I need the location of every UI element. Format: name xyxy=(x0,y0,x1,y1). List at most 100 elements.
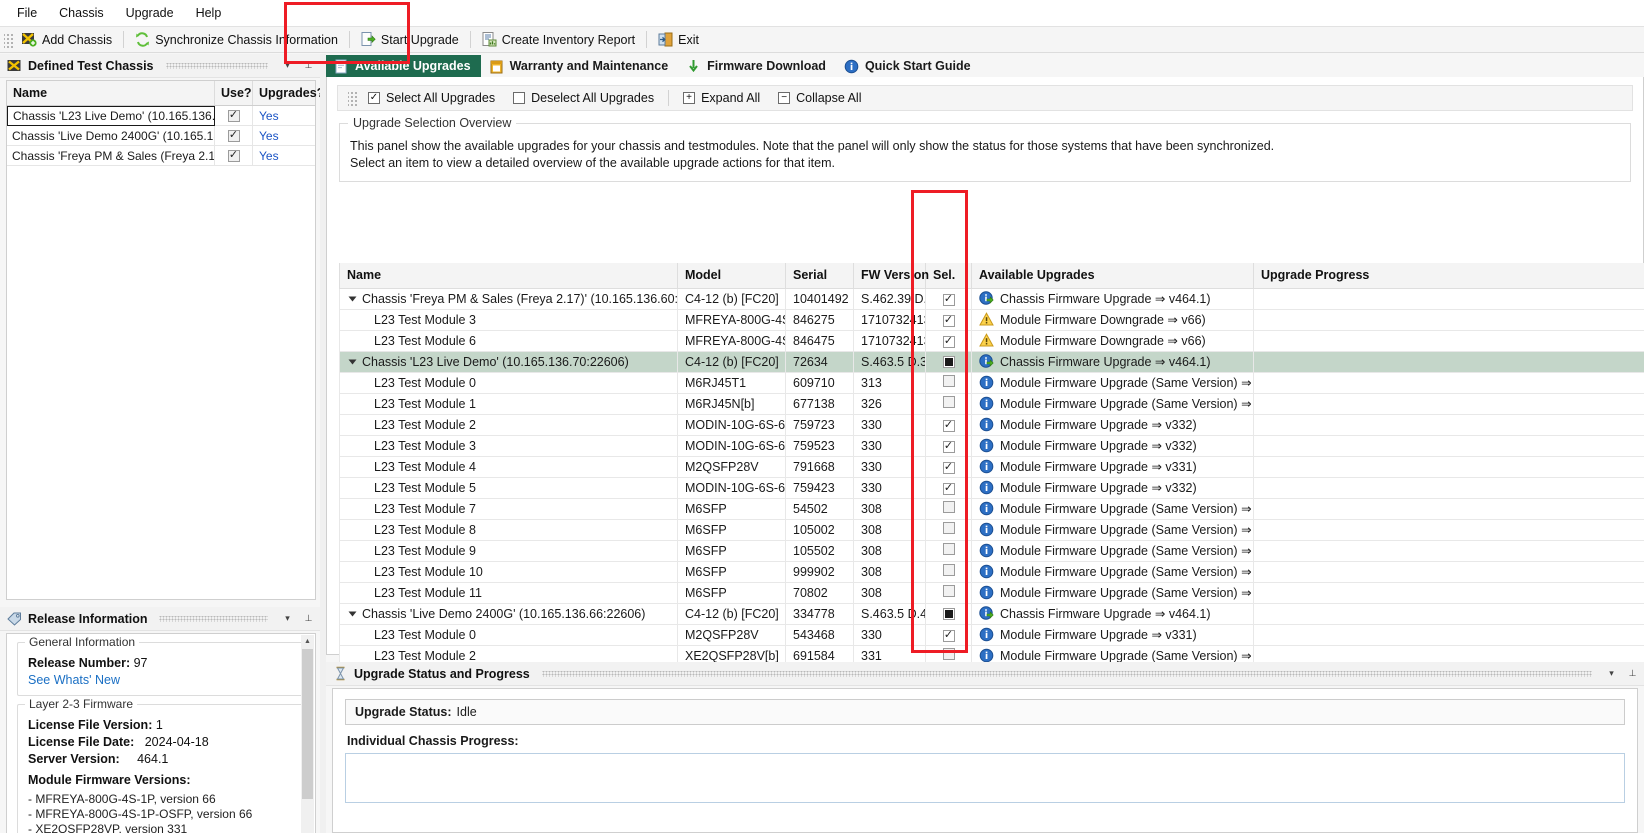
cell-sel[interactable] xyxy=(925,371,972,394)
cell-sel[interactable] xyxy=(925,623,972,646)
table-row[interactable]: L23 Test Module 0 M6RJ45T1 609710 313 Module… xyxy=(339,371,1644,394)
row-select-checkbox[interactable] xyxy=(942,375,955,387)
row-select-checkbox[interactable] xyxy=(942,585,955,597)
menu-item-help[interactable]: Help xyxy=(185,2,233,24)
row-select-checkbox[interactable] xyxy=(942,629,955,642)
table-row[interactable]: L23 Test Module 3 MFREYA-800G-4S-1P846275… xyxy=(339,308,1644,331)
cell-sel[interactable] xyxy=(925,539,972,562)
column-header-sel[interactable]: Sel. xyxy=(925,263,972,289)
row-select-checkbox[interactable] xyxy=(942,335,955,348)
column-header-model[interactable]: Model xyxy=(677,263,786,289)
cell-sel[interactable] xyxy=(925,287,972,310)
selection-toolbar-drag-handle[interactable] xyxy=(348,90,357,106)
exit-button[interactable]: Exit xyxy=(651,29,706,51)
row-select-checkbox[interactable] xyxy=(942,440,955,453)
tab-quick-start-guide[interactable]: Quick Start Guide xyxy=(836,55,981,77)
table-row[interactable]: L23 Test Module 5 MODIN-10G-6S-6P 759423 33… xyxy=(339,476,1644,499)
table-row[interactable]: Chassis 'Freya PM & Sales (Freya 2.17)' … xyxy=(339,287,1644,310)
status-pin-icon[interactable]: ⊥ xyxy=(1625,666,1640,681)
cell-sel[interactable] xyxy=(925,350,972,373)
table-row[interactable]: Chassis 'Live Demo 2400G' (10.165.136.66… xyxy=(339,602,1644,625)
row-select-checkbox[interactable] xyxy=(942,482,955,495)
column-header-upgrades[interactable]: Upgrades? xyxy=(253,81,324,105)
status-menu-chevron-down-icon[interactable]: ▾ xyxy=(1604,666,1619,681)
start-upgrade-button[interactable]: Start Upgrade xyxy=(354,29,466,51)
column-header-serial[interactable]: Serial xyxy=(785,263,854,289)
menu-item-chassis[interactable]: Chassis xyxy=(48,2,114,24)
row-select-checkbox[interactable] xyxy=(942,607,955,620)
table-row[interactable]: L23 Test Module 7 M6SFP 54502 308 Module Fir… xyxy=(339,497,1644,520)
cell-sel[interactable] xyxy=(925,434,972,457)
cell-sel[interactable] xyxy=(925,497,972,520)
table-row[interactable]: L23 Test Module 11 M6SFP 70802 308 Module Fi… xyxy=(339,581,1644,604)
create-inventory-report-button[interactable]: Create Inventory Report xyxy=(475,29,642,51)
release-pin-icon[interactable]: ⊥ xyxy=(301,611,316,626)
tab-warranty-and-maintenance[interactable]: Warranty and Maintenance xyxy=(481,55,679,77)
whats-new-link[interactable]: See Whats' New xyxy=(28,673,296,687)
collapse-all-button[interactable]: − Collapse All xyxy=(769,89,870,107)
scroll-up-icon[interactable]: ▲ xyxy=(301,635,314,648)
cell-sel[interactable] xyxy=(925,329,972,352)
table-row[interactable]: L23 Test Module 10 M6SFP 999902 308 Module F… xyxy=(339,560,1644,583)
column-header-available-upgrades[interactable]: Available Upgrades xyxy=(971,263,1254,289)
table-row[interactable]: L23 Test Module 8 M6SFP 105002 308 Module Fi… xyxy=(339,518,1644,541)
row-select-checkbox[interactable] xyxy=(942,314,955,327)
cell-sel[interactable] xyxy=(925,476,972,499)
row-select-checkbox[interactable] xyxy=(942,396,955,408)
cell-sel[interactable] xyxy=(925,308,972,331)
use-checkbox[interactable] xyxy=(227,129,240,142)
expand-collapse-triangle-icon[interactable] xyxy=(348,359,357,365)
chassis-use-cell[interactable] xyxy=(215,106,253,126)
add-chassis-button[interactable]: Add Chassis xyxy=(15,29,119,51)
release-menu-chevron-down-icon[interactable]: ▾ xyxy=(280,611,295,626)
expand-collapse-triangle-icon[interactable] xyxy=(348,296,357,302)
tab-available-upgrades[interactable]: Available Upgrades xyxy=(326,55,481,77)
menu-item-file[interactable]: File xyxy=(6,2,48,24)
tab-firmware-download[interactable]: Firmware Download xyxy=(678,55,836,77)
select-all-upgrades-button[interactable]: ✓ Select All Upgrades xyxy=(359,89,504,107)
row-select-checkbox[interactable] xyxy=(942,293,955,306)
row-select-checkbox[interactable] xyxy=(942,522,955,534)
panel-pin-icon[interactable]: ⊥ xyxy=(301,58,316,73)
table-row[interactable]: L23 Test Module 9 M6SFP 105502 308 Module Fi… xyxy=(339,539,1644,562)
cell-sel[interactable] xyxy=(925,602,972,625)
column-header-fw-version[interactable]: FW Version xyxy=(853,263,929,289)
cell-sel[interactable] xyxy=(925,581,972,604)
table-row[interactable]: L23 Test Module 1 M6RJ45N[b] 677138 326 Modu… xyxy=(339,392,1644,415)
panel-menu-chevron-down-icon[interactable]: ▾ xyxy=(280,58,295,73)
cell-sel[interactable] xyxy=(925,518,972,541)
scrollbar-thumb[interactable] xyxy=(302,649,313,799)
cell-sel[interactable] xyxy=(925,455,972,478)
chassis-list-row[interactable]: Chassis 'L23 Live Demo' (10.165.136.70: Y… xyxy=(7,106,315,126)
table-row[interactable]: L23 Test Module 2 MODIN-10G-6S-6P 759723 33… xyxy=(339,413,1644,436)
row-select-checkbox[interactable] xyxy=(942,564,955,576)
deselect-all-upgrades-button[interactable]: Deselect All Upgrades xyxy=(504,89,663,107)
row-select-checkbox[interactable] xyxy=(942,419,955,432)
expand-collapse-triangle-icon[interactable] xyxy=(348,611,357,617)
table-row[interactable]: L23 Test Module 3 MODIN-10G-6S-6P 759523 33… xyxy=(339,434,1644,457)
cell-sel[interactable] xyxy=(925,392,972,415)
cell-sel[interactable] xyxy=(925,413,972,436)
chassis-use-cell[interactable] xyxy=(215,146,253,166)
column-header-upgrade-progress[interactable]: Upgrade Progress xyxy=(1253,263,1644,289)
table-row[interactable]: L23 Test Module 6 MFREYA-800G-4S-1P846475… xyxy=(339,329,1644,352)
chassis-use-cell[interactable] xyxy=(215,126,253,146)
use-checkbox[interactable] xyxy=(227,149,240,162)
chassis-list-row[interactable]: Chassis 'Live Demo 2400G' (10.165.136. Ye… xyxy=(7,126,315,146)
row-select-checkbox[interactable] xyxy=(942,543,955,555)
row-select-checkbox[interactable] xyxy=(942,648,955,660)
synchronize-chassis-button[interactable]: Synchronize Chassis Information xyxy=(128,29,345,51)
menu-item-upgrade[interactable]: Upgrade xyxy=(115,2,185,24)
expand-all-button[interactable]: + Expand All xyxy=(674,89,769,107)
column-header-name[interactable]: Name xyxy=(339,263,678,289)
row-select-checkbox[interactable] xyxy=(942,461,955,474)
table-row[interactable]: L23 Test Module 4 M2QSFP28V791668330 Modul… xyxy=(339,455,1644,478)
column-header-name[interactable]: Name xyxy=(7,81,215,105)
release-scrollbar[interactable]: ▲ xyxy=(301,635,314,833)
cell-sel[interactable] xyxy=(925,560,972,583)
row-select-checkbox[interactable] xyxy=(942,355,955,368)
row-select-checkbox[interactable] xyxy=(942,501,955,513)
toolbar-drag-handle[interactable] xyxy=(4,31,13,48)
use-checkbox[interactable] xyxy=(227,109,240,122)
column-header-use[interactable]: Use? xyxy=(215,81,253,105)
